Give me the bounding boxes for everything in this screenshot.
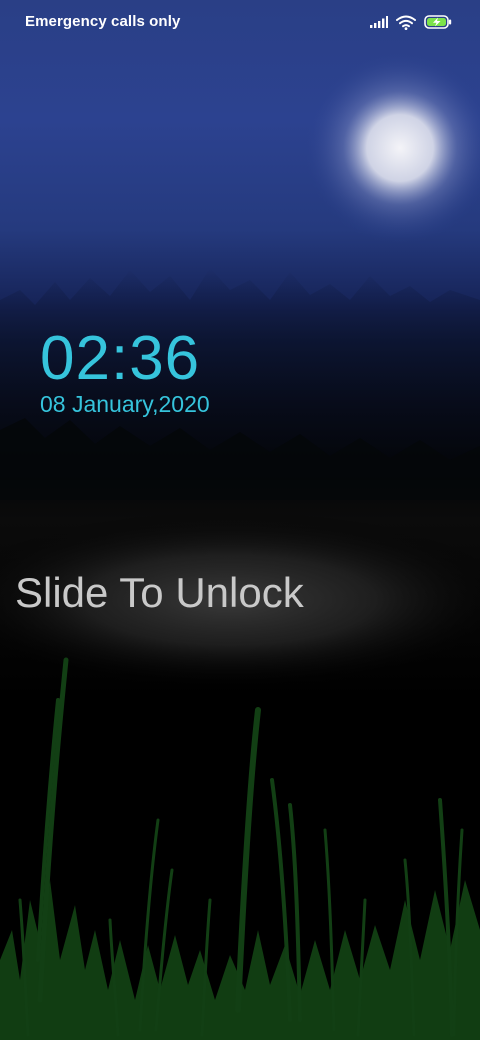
status-bar: Emergency calls only <box>0 0 480 44</box>
wifi-icon <box>396 15 416 30</box>
lock-clock-date: 08 January,2020 <box>40 391 210 417</box>
lock-clock-time: 02:36 <box>40 324 201 393</box>
signal-icon <box>370 16 388 28</box>
slide-to-unlock-slider[interactable]: Slide To Unlock <box>15 568 304 618</box>
grass-silhouette <box>0 657 480 1040</box>
battery-charging-icon <box>424 15 452 29</box>
status-icons <box>370 12 452 32</box>
lock-screen: Emergency calls only 02:36 08 January,20… <box>0 0 480 1040</box>
moon <box>305 53 480 243</box>
wallpaper-image <box>0 53 480 1040</box>
carrier-status-text: Emergency calls only <box>25 13 181 30</box>
